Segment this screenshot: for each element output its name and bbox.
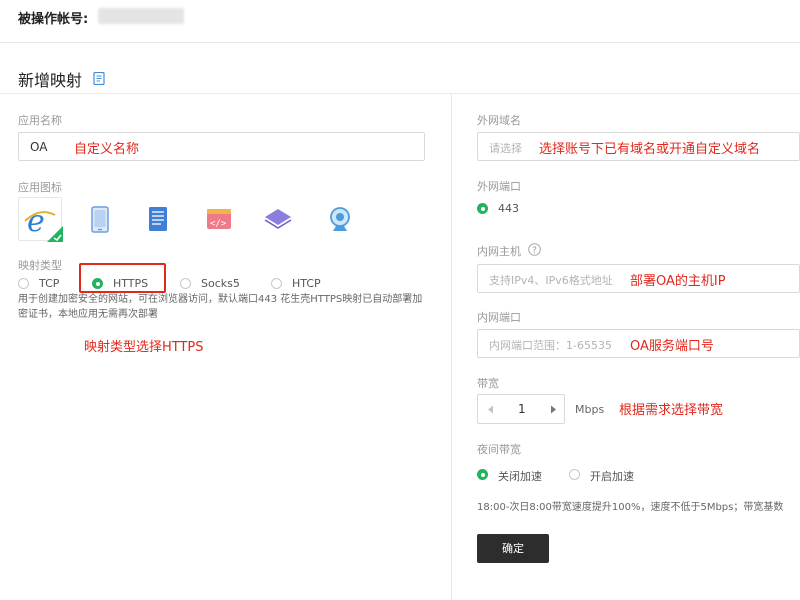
radio-unchecked-icon bbox=[271, 278, 282, 289]
domain-label: 外网域名 bbox=[477, 114, 521, 127]
night-accel-off-label: 关闭加速 bbox=[498, 470, 542, 483]
radio-unchecked-icon bbox=[180, 278, 191, 289]
section-divider bbox=[0, 93, 800, 94]
domain-placeholder: 请选择 bbox=[489, 142, 522, 155]
mapping-type-tcp[interactable]: TCP bbox=[18, 277, 78, 291]
mapping-type-label: 映射类型 bbox=[18, 259, 62, 272]
confirm-button[interactable]: 确定 bbox=[477, 534, 549, 563]
internal-host-note: 部署OA的主机IP bbox=[630, 274, 726, 289]
domain-note: 选择账号下已有域名或开通自定义域名 bbox=[539, 142, 761, 157]
account-value-blurred bbox=[98, 8, 184, 24]
bandwidth-value: 1 bbox=[518, 402, 526, 416]
operated-account-label: 被操作帐号: bbox=[18, 12, 89, 27]
radio-unchecked-icon bbox=[569, 469, 580, 480]
document-icon[interactable] bbox=[136, 197, 180, 241]
night-accel-on-label: 开启加速 bbox=[590, 470, 634, 483]
highlight-box bbox=[79, 263, 166, 293]
radio-checked-icon bbox=[477, 203, 488, 214]
mapping-type-description: 用于创建加密安全的网站，可在浏览器访问，默认端口443 花生壳HTTPS映射已自… bbox=[18, 294, 423, 320]
internal-host-label: 内网主机 bbox=[477, 245, 521, 258]
internal-port-placeholder: 内网端口范围：1-65535 bbox=[489, 339, 612, 352]
internal-port-note: OA服务端口号 bbox=[630, 339, 714, 354]
mapping-type-socks5[interactable]: Socks5 bbox=[180, 277, 250, 291]
layers-icon[interactable] bbox=[256, 197, 300, 241]
radio-checked-icon bbox=[477, 469, 488, 480]
app-name-note: 自定义名称 bbox=[74, 142, 140, 157]
mapping-type-socks5-label: Socks5 bbox=[201, 277, 240, 290]
external-port-option-443[interactable]: 443 bbox=[477, 202, 537, 216]
app-name-value: OA bbox=[30, 140, 48, 154]
selected-check-icon bbox=[47, 226, 63, 242]
bandwidth-stepper[interactable]: 1 bbox=[477, 394, 565, 424]
external-port-value: 443 bbox=[498, 202, 519, 215]
night-accel-off[interactable]: 关闭加速 bbox=[477, 468, 557, 483]
app-icon-label: 应用图标 bbox=[18, 181, 62, 194]
app-icon-option-ie[interactable]: e bbox=[18, 197, 63, 242]
bandwidth-note: 根据需求选择带宽 bbox=[619, 403, 724, 418]
phone-icon[interactable] bbox=[78, 197, 122, 241]
code-icon[interactable]: </> bbox=[197, 197, 241, 241]
night-accel-on[interactable]: 开启加速 bbox=[569, 468, 649, 483]
external-port-label: 外网端口 bbox=[477, 180, 521, 193]
mapping-type-htcp-label: HTCP bbox=[292, 277, 321, 290]
radio-unchecked-icon bbox=[18, 278, 29, 289]
svg-text:?: ? bbox=[532, 246, 537, 256]
night-bandwidth-label: 夜间带宽 bbox=[477, 443, 521, 456]
section-title: 新增映射 bbox=[18, 71, 83, 90]
bandwidth-unit: Mbps bbox=[575, 403, 605, 416]
bandwidth-label: 带宽 bbox=[477, 377, 499, 390]
svg-text:e: e bbox=[27, 204, 45, 239]
app-name-label: 应用名称 bbox=[18, 114, 62, 127]
mapping-type-tcp-label: TCP bbox=[39, 277, 60, 290]
internal-host-placeholder: 支持IPv4、IPv6格式地址 bbox=[489, 274, 613, 287]
question-circle-icon[interactable]: ? bbox=[528, 243, 541, 256]
decrement-icon[interactable] bbox=[487, 405, 494, 414]
mapping-type-htcp[interactable]: HTCP bbox=[271, 277, 341, 291]
header-divider bbox=[0, 42, 800, 43]
night-bandwidth-hint: 18:00-次日8:00带宽速度提升100%，速度不低于5Mbps；带宽基数 bbox=[477, 502, 784, 513]
internal-port-label: 内网端口 bbox=[477, 311, 521, 324]
increment-icon[interactable] bbox=[550, 405, 557, 414]
mapping-type-note: 映射类型选择HTTPS bbox=[84, 340, 204, 355]
document-icon[interactable] bbox=[93, 72, 105, 85]
column-divider bbox=[451, 94, 452, 600]
camera-icon[interactable] bbox=[318, 197, 362, 241]
svg-text:</>: </> bbox=[210, 219, 227, 229]
